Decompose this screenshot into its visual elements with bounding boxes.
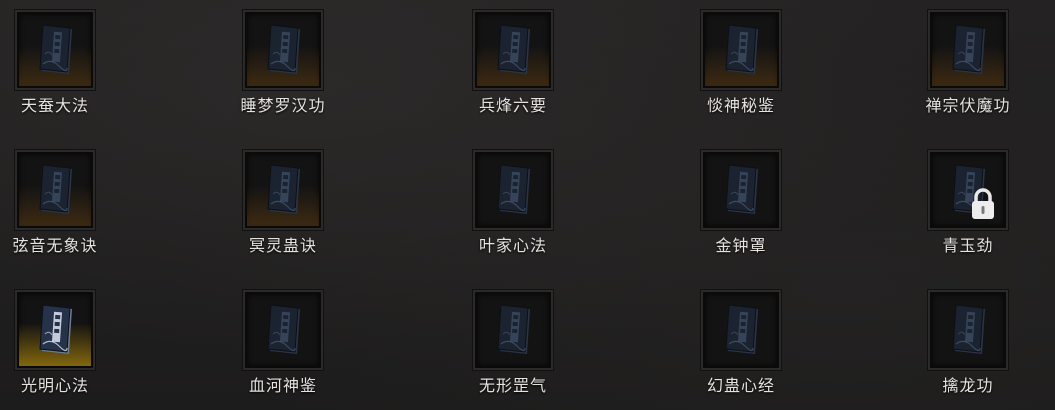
skill-name: 惔神秘鉴 <box>706 96 775 115</box>
skill-slot[interactable] <box>17 292 93 368</box>
skill-name: 弦音无象诀 <box>12 236 98 255</box>
skill-name: 擒龙功 <box>942 376 994 395</box>
book-icon <box>952 304 988 356</box>
skill-slot[interactable] <box>930 292 1006 368</box>
skill-name: 睡梦罗汉功 <box>240 96 326 115</box>
skill-name: 兵烽六要 <box>478 96 547 115</box>
skill-item[interactable]: 弦音无象诀 <box>0 146 117 266</box>
skill-slot[interactable] <box>245 292 321 368</box>
skill-slot[interactable] <box>930 152 1006 228</box>
skill-slot[interactable] <box>703 292 779 368</box>
book-icon <box>497 24 533 76</box>
skill-slot[interactable] <box>475 12 551 88</box>
skill-item[interactable]: 血河神鉴 <box>225 286 345 406</box>
skill-name: 金钟罩 <box>715 236 767 255</box>
skill-slot[interactable] <box>703 12 779 88</box>
skill-slot[interactable] <box>475 292 551 368</box>
skill-item[interactable]: 惔神秘鉴 <box>683 6 803 126</box>
skill-slot[interactable] <box>930 12 1006 88</box>
skill-item[interactable]: 擒龙功 <box>910 286 1030 406</box>
book-icon <box>267 304 303 356</box>
skill-item[interactable]: 光明心法 <box>0 286 117 406</box>
skill-item[interactable]: 金钟罩 <box>683 146 803 266</box>
book-icon <box>952 24 988 76</box>
skill-item[interactable]: 睡梦罗汉功 <box>225 6 345 126</box>
lock-icon <box>968 188 998 220</box>
skill-name: 青玉劲 <box>942 236 994 255</box>
skill-name: 无形罡气 <box>478 376 547 395</box>
skill-slot[interactable] <box>475 152 551 228</box>
skill-slot[interactable] <box>245 152 321 228</box>
skill-slot[interactable] <box>17 12 93 88</box>
skill-slot[interactable] <box>17 152 93 228</box>
skill-slot[interactable] <box>245 12 321 88</box>
book-icon <box>497 164 533 216</box>
book-icon <box>39 164 75 216</box>
book-icon <box>497 304 533 356</box>
skill-item[interactable]: 叶家心法 <box>455 146 575 266</box>
skill-name: 血河神鉴 <box>248 376 317 395</box>
skill-item[interactable]: 禅宗伏魔功 <box>910 6 1030 126</box>
skill-item[interactable]: 无形罡气 <box>455 286 575 406</box>
skill-name: 叶家心法 <box>478 236 547 255</box>
skill-name: 冥灵蛊诀 <box>248 236 317 255</box>
skill-name: 天蚕大法 <box>20 96 89 115</box>
skill-item[interactable]: 兵烽六要 <box>455 6 575 126</box>
skill-name: 禅宗伏魔功 <box>925 96 1011 115</box>
skill-grid: 天蚕大法 睡梦罗汉功 兵烽六要 惔神秘鉴 禅宗伏魔功 弦音无象诀 冥灵蛊诀 叶家… <box>0 0 1055 410</box>
book-icon <box>725 304 761 356</box>
skill-item[interactable]: 幻蛊心经 <box>683 286 803 406</box>
book-icon <box>39 304 75 356</box>
skill-item[interactable]: 冥灵蛊诀 <box>225 146 345 266</box>
book-icon <box>39 24 75 76</box>
book-icon <box>725 24 761 76</box>
skill-name: 光明心法 <box>20 376 89 395</box>
skill-item[interactable]: 青玉劲 <box>910 146 1030 266</box>
skill-slot[interactable] <box>703 152 779 228</box>
skill-name: 幻蛊心经 <box>706 376 775 395</box>
book-icon <box>267 164 303 216</box>
book-icon <box>267 24 303 76</box>
book-icon <box>725 164 761 216</box>
skill-item[interactable]: 天蚕大法 <box>0 6 117 126</box>
